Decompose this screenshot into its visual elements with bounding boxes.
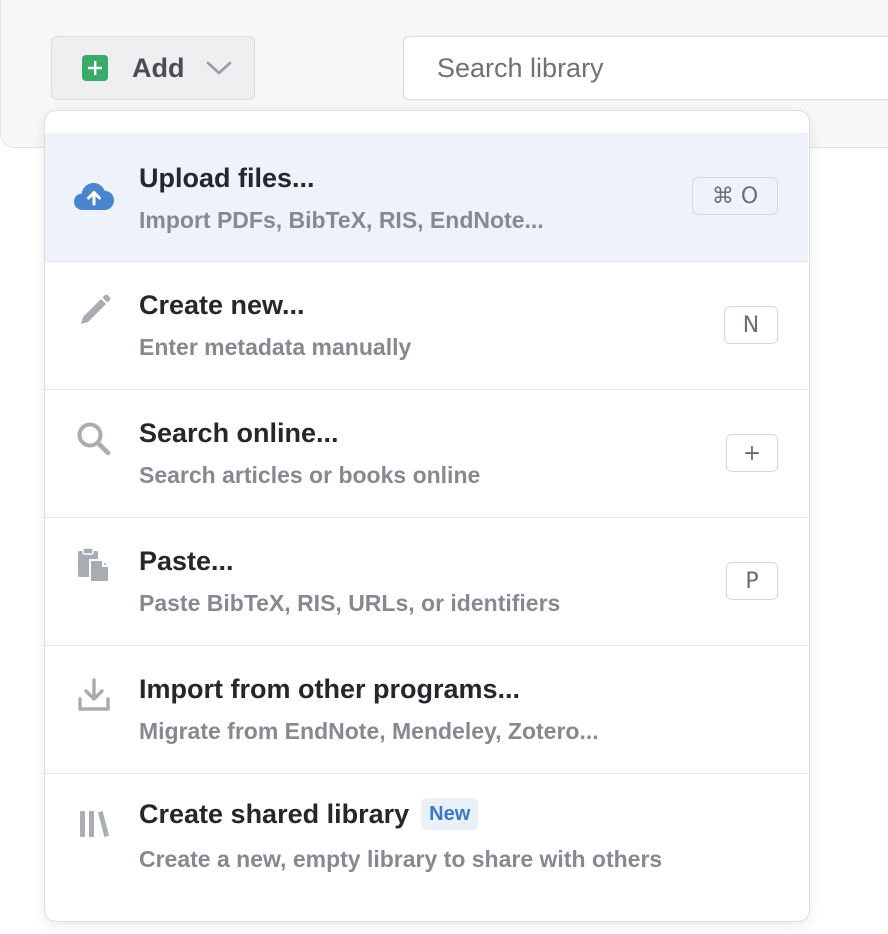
menu-item-title: Create new... [139,290,305,320]
menu-item-subtitle: Create a new, empty library to share wit… [139,846,663,872]
menu-item-import-programs[interactable]: Import from other programs... Migrate fr… [45,646,808,774]
cloud-upload-icon [73,175,115,217]
add-button[interactable]: Add [51,36,255,100]
menu-item-create-new[interactable]: Create new... Enter metadata manually N [45,262,808,390]
menu-item-title: Search online... [139,418,339,448]
menu-item-upload-files[interactable]: Upload files... Import PDFs, BibTeX, RIS… [45,133,808,262]
new-badge: New [421,798,479,830]
menu-item-title-text: Create shared library [139,798,410,829]
menu-item-subtitle: Migrate from EndNote, Mendeley, Zotero..… [139,718,599,744]
menu-item-subtitle: Paste BibTeX, RIS, URLs, or identifiers [139,590,561,616]
menu-item-create-shared-library[interactable]: Create shared library New Create a new, … [45,774,808,920]
add-dropdown-menu: Upload files... Import PDFs, BibTeX, RIS… [44,110,810,922]
plus-icon [82,55,108,81]
menu-item-title: Upload files... [139,163,315,193]
menu-item-title: Paste... [139,546,234,576]
search-input[interactable] [403,36,888,100]
menu-item-title: Import from other programs... [139,674,521,704]
menu-item-search-online[interactable]: Search online... Search articles or book… [45,390,808,518]
library-books-icon [73,802,115,844]
chevron-down-icon [206,60,232,76]
shortcut-key: P [726,562,778,600]
menu-item-subtitle: Enter metadata manually [139,334,412,360]
shortcut-key: N [724,306,778,344]
add-button-label: Add [132,52,185,83]
menu-item-subtitle: Search articles or books online [139,462,481,488]
shortcut-key: ⌘ O [692,177,778,215]
menu-item-paste[interactable]: Paste... Paste BibTeX, RIS, URLs, or ide… [45,518,808,646]
app-stage: Add Upload files... Import PDFs, BibTeX,… [0,0,888,934]
search-icon [73,418,115,460]
clipboard-paste-icon [73,544,115,586]
menu-item-subtitle: Import PDFs, BibTeX, RIS, EndNote... [139,207,544,233]
menu-item-title: Create shared library New [139,798,479,830]
shortcut-key: + [726,434,778,472]
pencil-icon [73,290,115,332]
download-tray-icon [73,674,115,716]
